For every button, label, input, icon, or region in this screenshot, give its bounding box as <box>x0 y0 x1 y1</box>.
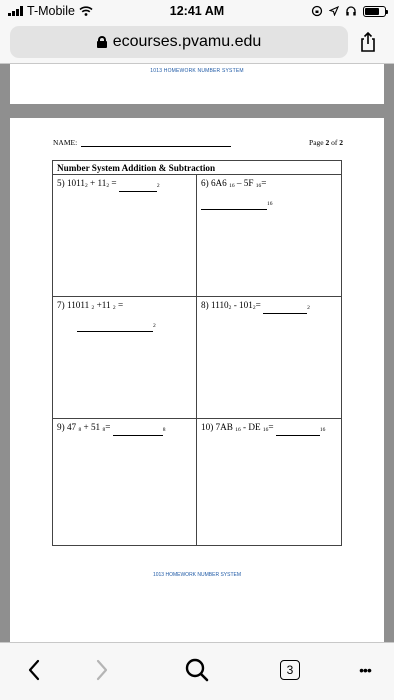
page-of-label: of <box>331 138 338 147</box>
location-icon <box>329 6 339 16</box>
rotation-lock-icon <box>311 5 323 17</box>
worksheet-table: Number System Addition & Subtraction 5) … <box>52 160 342 546</box>
address-bar-area: ecourses.pvamu.edu <box>0 22 394 64</box>
page-total: 2 <box>339 138 343 147</box>
signal-icon <box>8 6 23 16</box>
status-bar: T-Mobile 12:41 AM <box>0 0 394 22</box>
problem-9: 9) 47 8 + 51 8= 8 <box>53 419 197 545</box>
page-indicator: Page 2 of 2 <box>309 138 343 147</box>
answer-blank <box>263 306 308 314</box>
problem-6: 6) 6A6 16 – 5F 16= 16 <box>197 175 341 297</box>
forward-button[interactable] <box>90 657 114 683</box>
status-right <box>311 5 388 17</box>
answer-line: 2 <box>57 318 192 332</box>
problem-8: 8) 11102 - 1012= 2 <box>197 297 341 419</box>
url-text: ecourses.pvamu.edu <box>112 33 262 50</box>
worksheet-title: Number System Addition & Subtraction <box>53 161 341 175</box>
address-bar[interactable]: ecourses.pvamu.edu <box>10 26 348 58</box>
status-left: T-Mobile <box>8 4 93 18</box>
back-button[interactable] <box>22 657 46 683</box>
running-footer: 1013 HOMEWORK NUMBER SYSTEM <box>152 572 242 578</box>
chevron-right-icon <box>96 659 108 681</box>
carrier-label: T-Mobile <box>27 4 75 18</box>
name-label: NAME: <box>53 138 78 147</box>
wifi-icon <box>79 6 93 16</box>
running-header: 1013 HOMEWORK NUMBER SYSTEM <box>150 68 244 74</box>
answer-blank <box>275 428 320 436</box>
problem-7: 7) 11011 2 +11 2 = 2 <box>53 297 197 419</box>
problem-10: 10) 7AB 16 - DE 16= 16 <box>197 419 341 545</box>
more-button[interactable]: ••• <box>350 657 380 683</box>
tabs-button[interactable]: 3 <box>277 657 303 683</box>
problem-grid: 5) 10112 + 112 = 2 6) 6A6 16 – 5F 16= 16… <box>53 175 341 545</box>
headphones-icon <box>346 6 356 16</box>
battery-icon <box>363 5 388 17</box>
page-label: Page <box>309 138 324 147</box>
name-line <box>81 140 232 147</box>
problem-5: 5) 10112 + 112 = 2 <box>53 175 197 297</box>
previous-page: 1013 HOMEWORK NUMBER SYSTEM <box>10 64 384 104</box>
chevron-left-icon <box>28 659 40 681</box>
answer-blank <box>118 184 157 192</box>
lock-icon <box>96 36 107 48</box>
answer-line: 16 <box>201 196 337 210</box>
search-button[interactable] <box>180 657 214 683</box>
page-number: 2 <box>325 138 330 147</box>
document-page: NAME: Page 2 of 2 Number System Addition… <box>10 118 384 642</box>
name-row: NAME: <box>53 138 232 147</box>
search-icon <box>185 658 209 682</box>
share-icon[interactable] <box>356 30 380 54</box>
page-viewport[interactable]: 1013 HOMEWORK NUMBER SYSTEM NAME: Page 2… <box>0 64 394 642</box>
browser-toolbar: 3 ••• <box>0 642 394 700</box>
answer-blank <box>112 428 163 436</box>
tabs-count: 3 <box>280 660 300 680</box>
